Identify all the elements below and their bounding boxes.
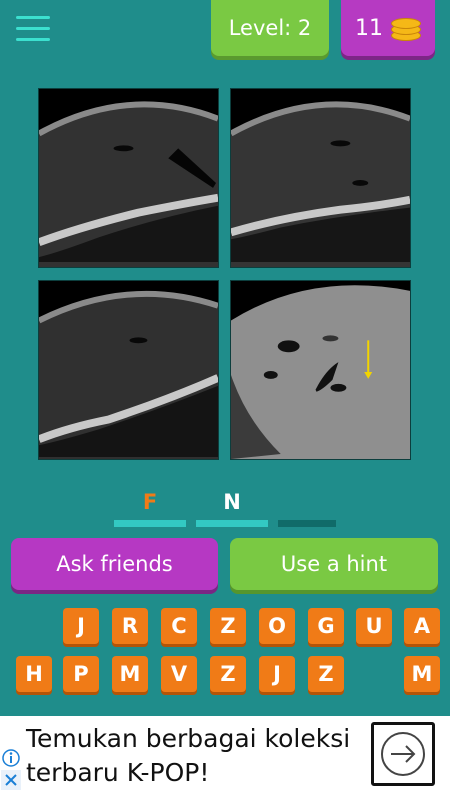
answer-letter-3 (278, 488, 336, 516)
answer-slots: F N (0, 488, 450, 528)
letter-tile[interactable]: H (16, 656, 52, 692)
answer-letter-2: N (223, 490, 241, 514)
ad-text-line-2: terbaru K-POP! (26, 758, 210, 787)
photo-grid (38, 88, 411, 461)
ask-friends-label: Ask friends (56, 552, 173, 576)
menu-icon[interactable] (16, 16, 50, 50)
letter-tile[interactable]: V (161, 656, 197, 692)
letter-tile[interactable]: G (308, 608, 344, 644)
answer-slot-2[interactable]: N (196, 488, 268, 527)
coins-button[interactable]: 11 (341, 0, 435, 56)
letter-tile[interactable]: P (63, 656, 99, 692)
close-icon[interactable] (1, 770, 21, 790)
letter-tile[interactable]: A (404, 608, 440, 644)
level-indicator: Level: 2 (211, 0, 329, 56)
arrow-right-icon[interactable] (371, 722, 435, 786)
letter-tile[interactable]: J (63, 608, 99, 644)
coin-count: 11 (355, 15, 383, 41)
letter-tile[interactable]: C (161, 608, 197, 644)
ask-friends-button[interactable]: Ask friends (11, 538, 218, 590)
answer-slot-1[interactable]: F (114, 488, 186, 527)
letter-tile[interactable]: O (259, 608, 295, 644)
letter-tile[interactable]: M (404, 656, 440, 692)
photo-1[interactable] (38, 88, 219, 268)
letter-tile[interactable]: Z (210, 656, 246, 692)
use-hint-label: Use a hint (280, 552, 388, 576)
info-icon[interactable] (1, 748, 21, 768)
answer-slot-3[interactable] (278, 488, 336, 527)
photo-4[interactable] (230, 280, 411, 460)
level-label: Level: 2 (228, 16, 312, 40)
letter-tile[interactable]: M (112, 656, 148, 692)
answer-letter-1: F (142, 490, 158, 514)
letter-tile[interactable]: R (112, 608, 148, 644)
use-hint-button[interactable]: Use a hint (230, 538, 438, 590)
coins-icon (389, 14, 421, 42)
letter-tile[interactable]: J (259, 656, 295, 692)
photo-3[interactable] (38, 280, 219, 460)
letter-tile[interactable]: U (356, 608, 392, 644)
letter-tile[interactable]: Z (308, 656, 344, 692)
photo-2[interactable] (230, 88, 411, 268)
ad-text-line-1: Temukan berbagai koleksi (26, 724, 351, 753)
letter-tile[interactable]: Z (210, 608, 246, 644)
ad-text[interactable]: Temukan berbagai koleksi terbaru K-POP! (26, 722, 366, 790)
